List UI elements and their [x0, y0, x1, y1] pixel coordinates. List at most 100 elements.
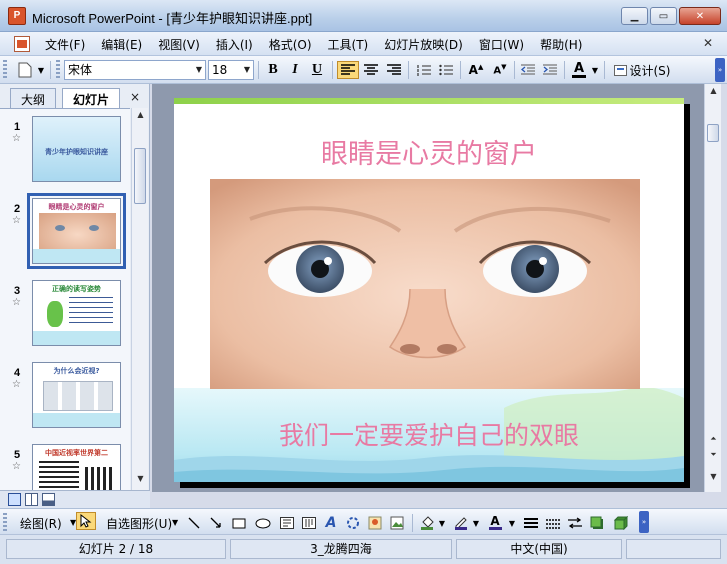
align-center-button[interactable] — [361, 61, 381, 79]
toolbar-separator — [258, 61, 259, 79]
vertical-textbox-button[interactable] — [300, 514, 318, 532]
italic-button[interactable]: I — [286, 61, 304, 79]
previous-slide-icon[interactable]: ⏶ — [707, 434, 720, 448]
slide-sorter-view-icon[interactable] — [25, 493, 38, 506]
menu-file[interactable]: 文件(F) — [44, 36, 86, 53]
line-tool-button[interactable] — [186, 514, 202, 532]
line-style-button[interactable] — [522, 514, 540, 532]
font-size-combo[interactable]: 18 ▼ — [208, 60, 254, 80]
slide-thumbnail-4[interactable]: 4 ☆ 为什么会近视? — [0, 357, 130, 433]
line-color-button[interactable] — [452, 514, 470, 532]
align-center-icon — [364, 64, 378, 75]
slide-title[interactable]: 眼睛是心灵的窗户 — [174, 132, 684, 171]
wordart-button[interactable]: A — [322, 514, 340, 532]
chevron-down-icon[interactable]: ▼ — [508, 514, 516, 532]
shadow-style-button[interactable] — [588, 514, 606, 532]
textbox-tool-button[interactable] — [278, 514, 296, 532]
tab-outline[interactable]: 大纲 — [10, 88, 57, 108]
new-document-icon[interactable] — [14, 61, 36, 79]
autoshapes-menu-button[interactable]: 自选图形(U) — [106, 515, 172, 532]
baby-eyes-photo[interactable] — [210, 179, 640, 389]
scroll-down-icon[interactable]: ▼ — [134, 474, 147, 488]
rectangle-tool-button[interactable] — [230, 514, 248, 532]
dash-style-button[interactable] — [544, 514, 562, 532]
diagram-button[interactable] — [344, 514, 362, 532]
font-color-button[interactable]: A — [568, 61, 590, 79]
close-window-button[interactable]: ✕ — [679, 7, 721, 25]
draw-menu-button[interactable]: 绘图(R) — [20, 515, 62, 532]
scroll-up-icon[interactable]: ▲ — [707, 86, 720, 100]
underline-button[interactable]: U — [308, 61, 326, 79]
toolbar-options-icon[interactable]: » — [639, 511, 649, 533]
slideshow-view-icon[interactable] — [42, 493, 55, 506]
language-status[interactable]: 中文(中国) — [456, 539, 622, 559]
next-slide-icon[interactable]: ⏷ — [707, 450, 720, 464]
normal-view-icon[interactable] — [8, 493, 21, 506]
oval-tool-button[interactable] — [254, 514, 272, 532]
fill-color-button[interactable] — [418, 514, 436, 532]
slide-thumbnail-3[interactable]: 3 ☆ 正确的读写姿势 — [0, 275, 130, 351]
toolbar-grip-2[interactable] — [56, 60, 60, 80]
drawing-font-color-button[interactable]: A — [486, 514, 504, 532]
decrease-indent-button[interactable] — [518, 61, 538, 79]
menu-insert[interactable]: 插入(I) — [215, 36, 254, 53]
slide-position-status: 幻灯片 2 / 18 — [6, 539, 226, 559]
current-slide[interactable]: 眼睛是心灵的窗户 我们一定要爱护自己的双眼 — [174, 98, 684, 482]
close-pane-icon[interactable]: × — [130, 90, 140, 104]
menu-help[interactable]: 帮助(H) — [539, 36, 583, 53]
font-color-icon: A — [573, 60, 585, 76]
bold-button[interactable]: B — [264, 61, 282, 79]
bullets-button[interactable] — [436, 61, 456, 79]
slide-thumbnail-1[interactable]: 1 ☆ 青少年护眼知识讲座 — [0, 111, 130, 187]
slide-vertical-scrollbar[interactable]: ▲ ⏶ ⏷ ▼ — [704, 84, 721, 492]
font-name-combo[interactable]: 宋体 ▼ — [64, 60, 206, 80]
menu-edit[interactable]: 编辑(E) — [100, 36, 143, 53]
slide-subtitle[interactable]: 我们一定要爱护自己的双眼 — [174, 416, 684, 452]
toolbar-grip[interactable] — [3, 513, 7, 533]
document-icon[interactable] — [14, 36, 30, 52]
increase-indent-button[interactable] — [540, 61, 560, 79]
numbering-button[interactable] — [414, 61, 434, 79]
select-objects-button[interactable] — [76, 512, 96, 530]
align-left-icon — [341, 64, 355, 75]
slide-thumbnail-5[interactable]: 5 ☆ 中国近视率世界第二 — [0, 439, 130, 492]
minimize-button[interactable]: ▁ — [621, 7, 648, 25]
scroll-thumb[interactable] — [134, 148, 146, 204]
chevron-down-icon[interactable]: ▼ — [172, 518, 178, 527]
increase-font-button[interactable]: A▲ — [466, 61, 486, 79]
chevron-down-icon[interactable]: ▼ — [193, 61, 205, 79]
chevron-down-icon[interactable]: ▼ — [241, 61, 253, 79]
clip-art-button[interactable] — [366, 514, 384, 532]
design-button[interactable]: 设计(S) — [610, 61, 674, 79]
new-dropdown-icon[interactable]: ▼ — [36, 61, 46, 79]
tab-slides[interactable]: 幻灯片 — [62, 88, 121, 108]
3d-style-button[interactable] — [612, 514, 630, 532]
maximize-button[interactable]: ▭ — [650, 7, 677, 25]
menu-slideshow[interactable]: 幻灯片放映(D) — [383, 36, 464, 53]
menu-format[interactable]: 格式(O) — [268, 36, 313, 53]
slide-thumbnail-2[interactable]: 2 ☆ 眼睛是心灵的窗户 — [0, 193, 130, 269]
align-right-button[interactable] — [384, 61, 404, 79]
menu-tools[interactable]: 工具(T) — [327, 36, 370, 53]
scroll-up-icon[interactable]: ▲ — [134, 110, 147, 124]
slide-number: 4 — [14, 367, 21, 379]
toolbar-options-icon[interactable]: » — [715, 58, 725, 82]
numbered-list-icon — [417, 65, 431, 76]
chevron-down-icon[interactable]: ▼ — [472, 514, 480, 532]
toolbar-grip[interactable] — [3, 60, 7, 80]
chevron-down-icon[interactable]: ▼ — [590, 61, 600, 79]
pane-tabs: 大纲 幻灯片 × — [0, 88, 150, 108]
scroll-thumb[interactable] — [707, 124, 719, 142]
document-close-icon[interactable]: ✕ — [703, 36, 713, 50]
scroll-down-icon[interactable]: ▼ — [707, 472, 720, 486]
arrow-tool-button[interactable] — [208, 514, 224, 532]
chevron-down-icon[interactable]: ▼ — [438, 514, 446, 532]
powerpoint-app-icon[interactable]: P — [8, 7, 26, 25]
arrow-style-button[interactable] — [566, 514, 584, 532]
decrease-font-button[interactable]: A▼ — [490, 61, 510, 79]
menu-window[interactable]: 窗口(W) — [478, 36, 525, 53]
insert-picture-button[interactable] — [388, 514, 406, 532]
menu-view[interactable]: 视图(V) — [157, 36, 201, 53]
thumbnails-scrollbar[interactable]: ▲ ▼ — [131, 108, 148, 492]
align-left-button[interactable] — [337, 61, 359, 79]
